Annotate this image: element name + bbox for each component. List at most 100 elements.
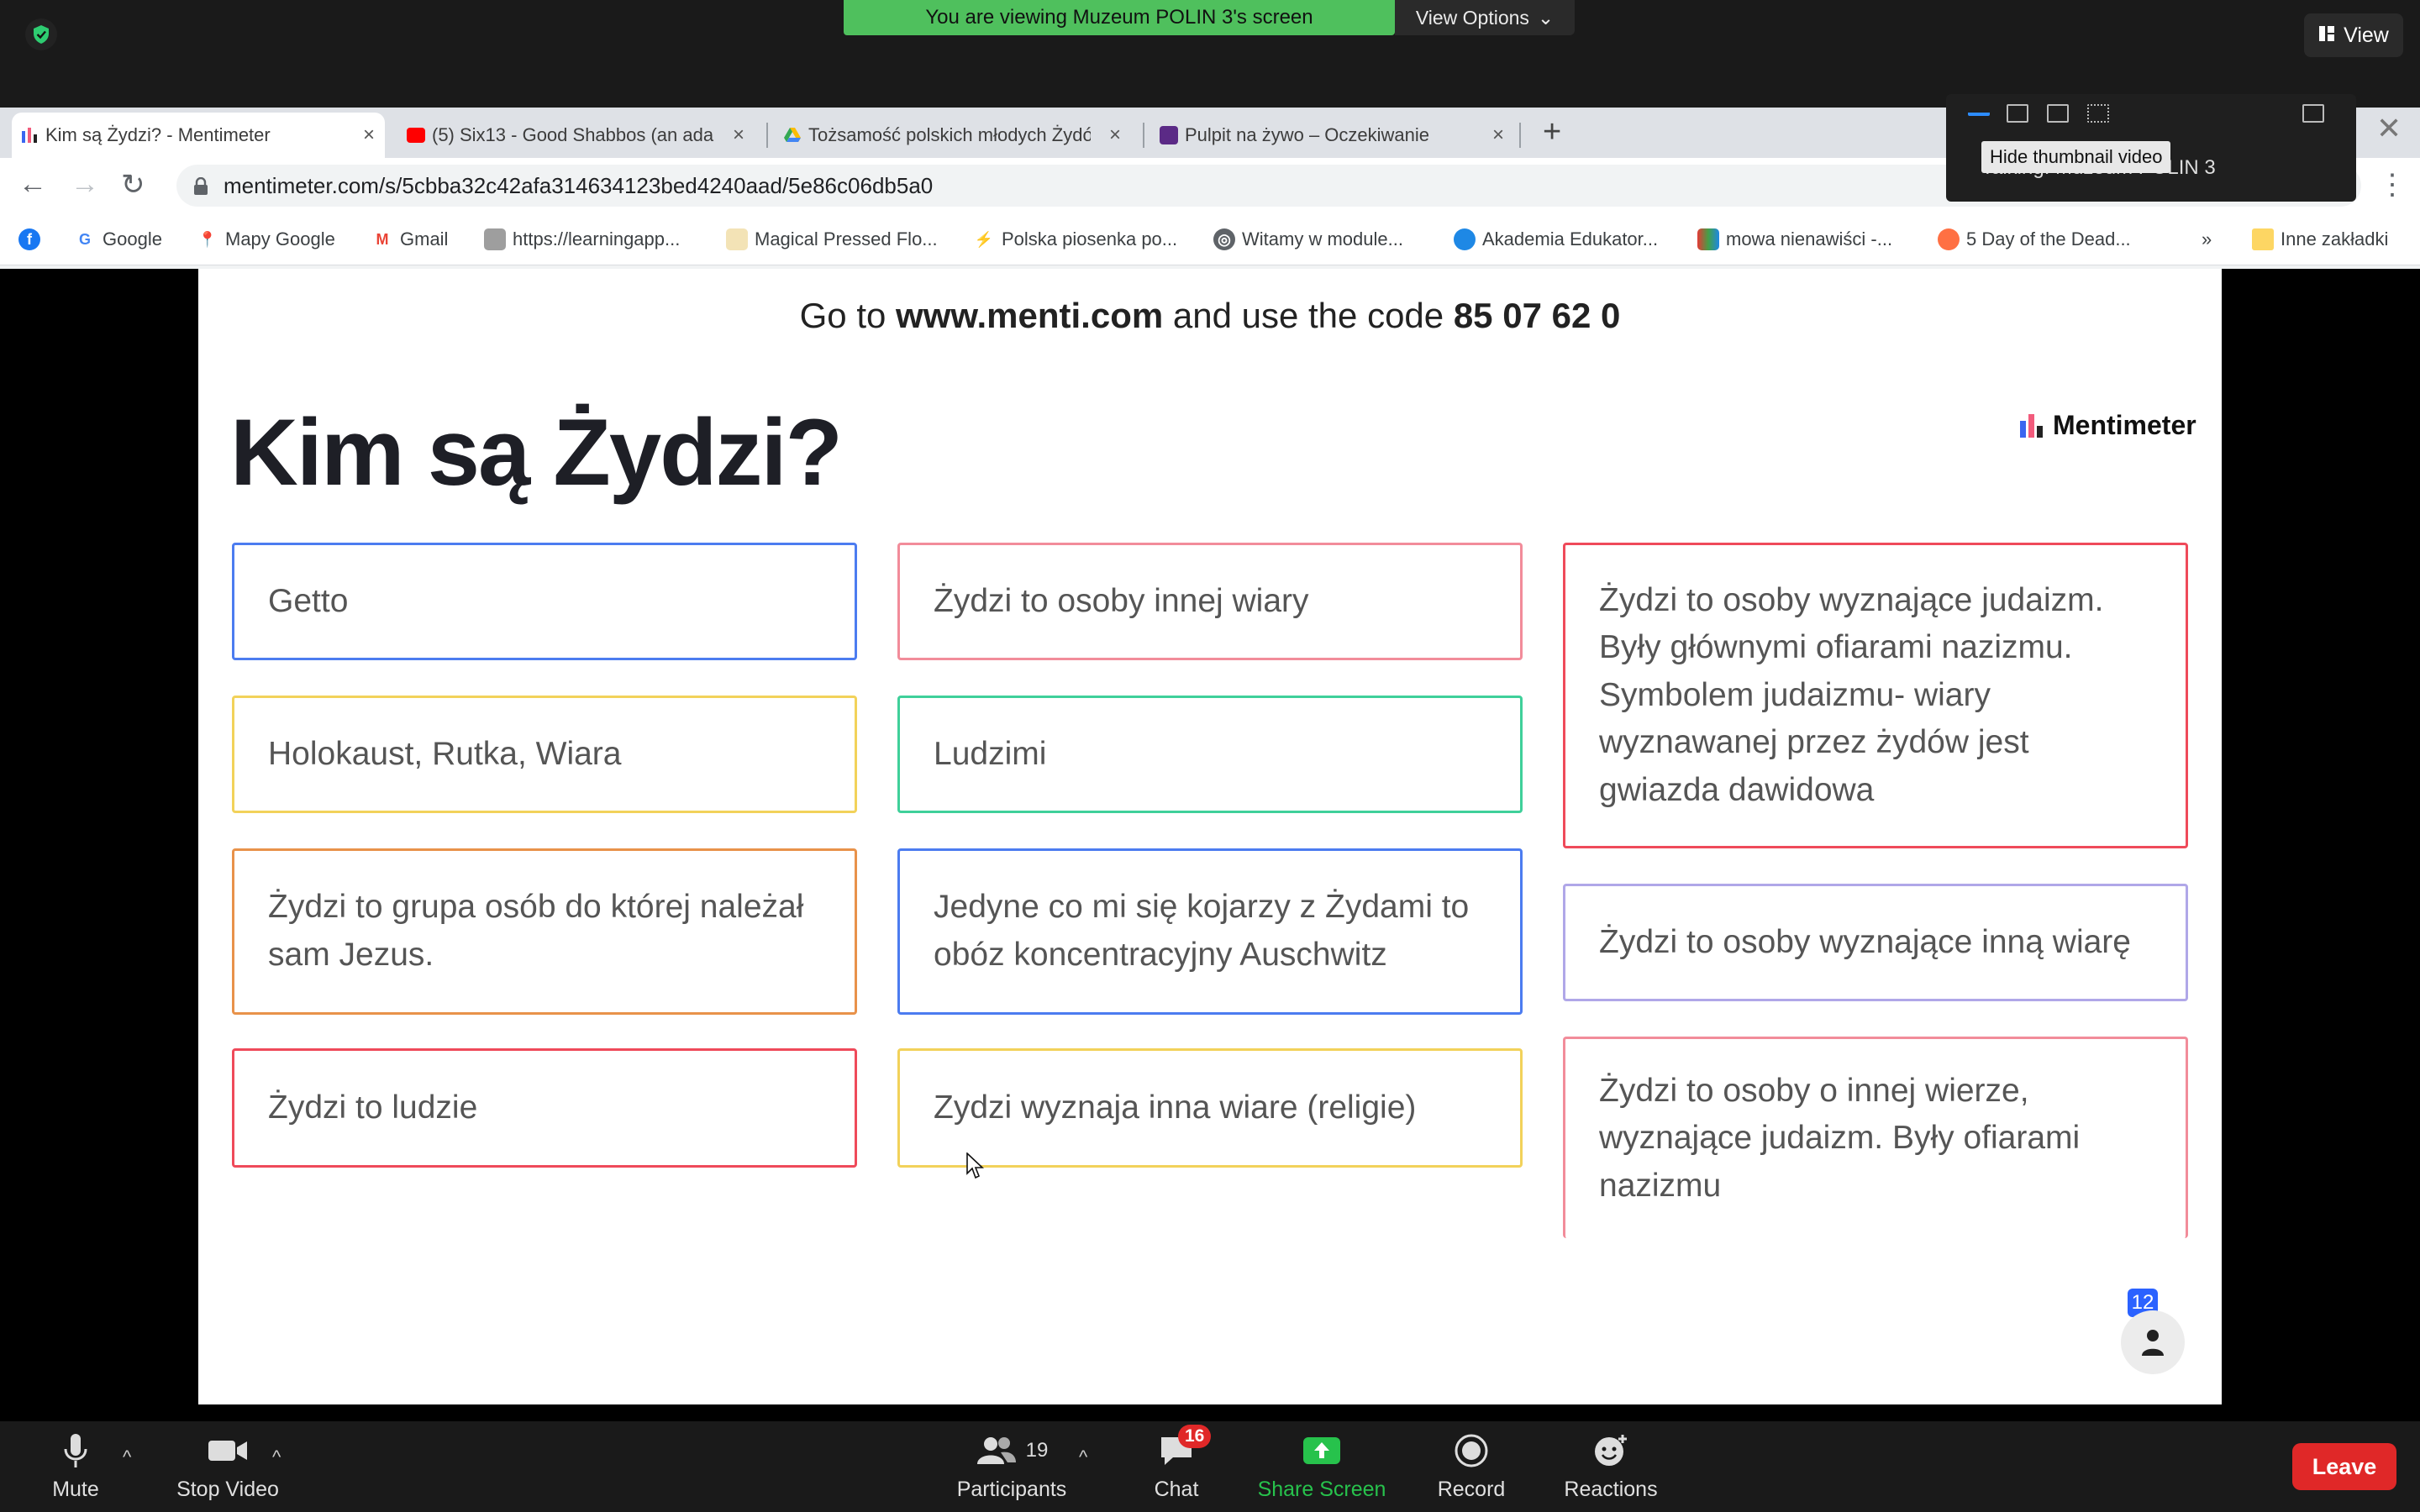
join-code: 85 07 62 0 [1453,296,1621,335]
record-button[interactable]: Record [1434,1421,1509,1512]
participants-caret-icon[interactable]: ^ [1079,1446,1087,1468]
minimize-icon[interactable] [1968,104,1990,116]
forward-arrow-icon[interactable]: → [71,168,99,201]
zoom-toolbar: Mute ^ Stop Video ^ 19 Participants ^ Ch… [0,1421,2420,1512]
quiz-favicon-icon [1160,126,1178,144]
tab-google-drive[interactable]: Tożsamość polskich młodych Żydów × [775,113,1131,158]
music-icon: ⚡ [973,228,995,250]
gmail-icon: M [371,228,393,250]
bookmark-label: Mapy Google [225,228,335,249]
audio-options-caret-icon[interactable]: ^ [123,1446,131,1468]
emoji-icon [1592,1432,1629,1469]
video-options-caret-icon[interactable]: ^ [272,1446,281,1468]
view-options-button[interactable]: View Options ⌄ [1395,0,1575,35]
response-card: Żydzi to osoby wyznające inną wiarę [1563,884,2188,1001]
mentimeter-logo-icon [2020,413,2043,438]
participants-count: 19 [1025,1438,1049,1462]
tab-label: Kim są Żydzi? - Mentimeter [45,124,271,145]
more-bookmarks-icon[interactable]: » [2202,225,2212,254]
back-arrow-icon[interactable]: ← [18,168,47,201]
join-text: and use the code [1163,296,1454,335]
mute-label: Mute [52,1477,99,1501]
close-tab-icon[interactable]: × [1109,123,1121,147]
google-icon: G [74,228,96,250]
stop-video-label: Stop Video [176,1477,279,1501]
response-card: Żydzi to ludzie [232,1048,857,1168]
response-text: Zydzi wyznaja inna wiare (religie) [934,1089,1417,1126]
audience-person-icon[interactable] [2121,1310,2185,1374]
bookmark-label: Witamy w module... [1242,228,1403,249]
bookmark-dead[interactable]: 5 Day of the Dead... [1938,225,2131,254]
mentimeter-slide: Go to www.menti.com and use the code 85 … [198,269,2222,1404]
cloud-icon [1454,228,1476,250]
zoom-top-bar: You are viewing Muzeum POLIN 3's screen … [0,0,2420,108]
chat-label: Chat [1154,1477,1199,1501]
close-tab-icon[interactable]: × [733,123,744,147]
participants-button[interactable]: 19 Participants [953,1421,1071,1512]
viewing-banner-text: You are viewing Muzeum POLIN 3's screen [925,6,1313,29]
chat-unread-badge: 16 [1178,1425,1212,1448]
facebook-icon: f [18,228,40,250]
bookmark-facebook[interactable]: f [18,225,47,254]
join-text: Go to [799,296,897,335]
tab-youtube[interactable]: (5) Six13 - Good Shabbos (an adap × [398,113,755,158]
browser-menu-icon[interactable]: ⋮ [2378,168,2407,202]
tab-label: Pulpit na żywo – Oczekiwanie [1185,124,1430,145]
bookmark-gmail[interactable]: M Gmail [371,225,448,254]
bookmark-maps[interactable]: 📍 Mapy Google [197,225,335,254]
response-text: Żydzi to osoby wyznające judaizm. Były g… [1599,581,2104,808]
close-tab-icon[interactable]: × [363,123,375,147]
bookmark-piosenka[interactable]: ⚡ Polska piosenka po... [973,225,1177,254]
close-tab-icon[interactable]: × [1492,123,1504,147]
response-card: Zydzi wyznaja inna wiare (religie) [897,1048,1523,1168]
bookmark-inne[interactable]: Inne zakładki [2252,225,2388,254]
tab-pulpit[interactable]: Pulpit na żywo – Oczekiwanie × [1151,113,1514,158]
chevron-down-icon: ⌄ [1537,6,1555,29]
participants-icon: 19 [976,1432,1049,1469]
tooltip: Hide thumbnail video [1981,141,2171,173]
stop-video-button[interactable]: Stop Video [173,1421,282,1512]
bookmark-akademia[interactable]: Akademia Edukator... [1454,225,1658,254]
mentimeter-logo: Mentimeter [2020,410,2196,441]
speaker-view-icon[interactable] [2047,104,2069,123]
share-screen-button[interactable]: Share Screen [1252,1421,1392,1512]
response-text: Żydzi to osoby o innej wierze, wyznające… [1599,1072,2081,1204]
view-button-label: View [2344,23,2389,47]
response-card: Żydzi to osoby o innej wierze, wyznające… [1563,1037,2188,1238]
learningapps-icon [484,228,506,250]
reactions-label: Reactions [1564,1477,1658,1501]
reload-icon[interactable]: ↻ [121,168,145,202]
mouse-pointer-icon [966,1152,985,1184]
bookmark-magical[interactable]: Magical Pressed Flo... [726,225,938,254]
share-screen-icon [1302,1432,1342,1469]
mentimeter-favicon-icon [20,126,39,144]
tab-separator [1519,123,1521,148]
security-shield-icon[interactable] [25,18,57,50]
close-icon[interactable]: ✕ [2376,111,2402,146]
bookmark-learningapps[interactable]: https://learningapp... [484,225,680,254]
new-tab-icon[interactable]: + [1543,114,1561,150]
skull-icon [1938,228,1960,250]
bookmark-witamy[interactable]: ◎ Witamy w module... [1213,225,1403,254]
bookmark-google[interactable]: G Google [74,225,162,254]
leave-button[interactable]: Leave [2292,1443,2396,1490]
bookmark-label: Akademia Edukator... [1482,228,1659,249]
map-pin-icon: 📍 [197,228,218,250]
tab-mentimeter[interactable]: Kim są Żydzi? - Mentimeter × [12,113,385,158]
view-button[interactable]: View [2304,13,2403,57]
response-card: Ludzimi [897,696,1523,813]
gallery-view-icon[interactable] [2087,104,2109,123]
reactions-button[interactable]: Reactions [1561,1421,1660,1512]
tab-label: Tożsamość polskich młodych Żydów [808,124,1091,145]
response-text: Żydzi to osoby innej wiary [934,582,1309,619]
mute-button[interactable]: Mute [42,1421,109,1512]
bookmark-mowa[interactable]: mowa nienawiści -... [1697,225,1892,254]
response-text: Żydzi to osoby wyznające inną wiarę [1599,923,2131,960]
thumbnail-view-icon[interactable] [2007,104,2028,123]
google-drive-favicon-icon [783,126,802,144]
bookmark-label: Polska piosenka po... [1002,228,1178,249]
join-site: www.menti.com [896,296,1164,335]
response-text: Jedyne co mi się kojarzy z Żydami to obó… [934,889,1470,973]
response-text: Żydzi to ludzie [268,1089,478,1126]
exit-thumbnail-icon[interactable] [2302,104,2324,123]
